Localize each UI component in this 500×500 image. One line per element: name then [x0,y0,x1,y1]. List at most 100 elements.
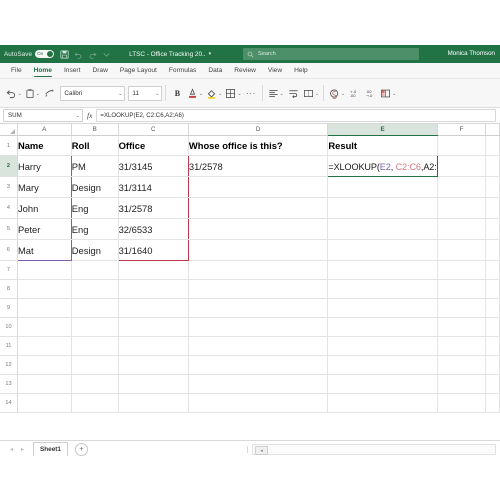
cell-g3[interactable] [485,176,500,198]
cell-g11[interactable] [485,336,500,356]
row-header-8[interactable]: 8 [0,279,18,299]
tab-insert[interactable]: Insert [58,63,87,78]
chevron-down-icon[interactable]: ⌄ [218,91,222,97]
cell-f13[interactable] [437,374,487,394]
cell-b14[interactable] [71,393,119,413]
tab-file[interactable]: File [5,63,28,78]
row-header-5[interactable]: 5 [0,218,18,240]
cell-a3[interactable]: Mary [16,176,72,198]
cell-c14[interactable] [118,393,189,413]
chevron-down-icon[interactable]: ⌄ [155,91,159,97]
row-header-9[interactable]: 9 [0,298,18,318]
cell-d1[interactable]: Whose office is this? [188,135,329,156]
increase-decimal-button[interactable]: +.0.00 [347,84,363,102]
cell-b2[interactable]: PM [71,155,119,177]
chevron-down-icon[interactable]: ▾ [209,51,212,57]
decrease-decimal-button[interactable]: .00 →.0 [363,84,379,102]
cell-a8[interactable] [17,279,72,299]
cell-g7[interactable] [485,260,500,280]
chevron-down-icon[interactable]: ⌄ [118,91,122,97]
column-header-f[interactable]: F [437,124,487,136]
column-header-e[interactable]: E [327,124,438,136]
chevron-down-icon[interactable]: ⌄ [315,91,319,97]
spreadsheet-grid[interactable]: A B C D E F 1 Name Roll Office Whose off… [0,124,500,440]
cell-c7[interactable] [118,260,189,280]
tab-review[interactable]: Review [228,63,262,78]
cell-b3[interactable]: Design [71,176,119,198]
chevron-down-icon[interactable]: ⌄ [392,91,396,97]
cell-f1[interactable] [437,135,487,156]
cell-f4[interactable] [437,197,487,219]
cell-d14[interactable] [188,393,329,413]
conditional-formatting-button[interactable]: ⌄ [379,84,398,102]
cell-e14[interactable] [327,393,438,413]
cell-d8[interactable] [188,279,329,299]
cell-g1[interactable] [485,135,500,156]
cell-c4[interactable]: 31/2578 [117,197,189,219]
more-options-button[interactable]: ··· [243,84,259,102]
cell-e11[interactable] [327,336,438,356]
cell-a11[interactable] [17,336,72,356]
column-header-partial[interactable] [485,124,500,136]
row-header-10[interactable]: 10 [0,317,18,337]
save-icon[interactable] [59,49,70,60]
font-size-select[interactable]: 11 ⌄ [128,85,163,101]
cell-c10[interactable] [118,317,189,337]
row-header-6[interactable]: 6 [0,239,18,261]
user-account-name[interactable]: Monica Thomson [448,50,495,57]
cell-c12[interactable] [118,355,189,375]
cell-g14[interactable] [485,393,500,413]
row-header-13[interactable]: 13 [0,374,18,394]
chevron-down-icon[interactable]: ⌄ [280,91,284,97]
column-header-a[interactable]: A [17,124,72,136]
cell-f2[interactable] [437,155,487,177]
cell-g13[interactable] [485,374,500,394]
cell-f11[interactable] [437,336,487,356]
search-input[interactable]: Search [243,48,419,60]
cell-e12[interactable] [327,355,438,375]
cell-c13[interactable] [118,374,189,394]
autosave-toggle[interactable]: On [35,50,55,58]
chevron-down-icon[interactable]: ⌄ [18,91,22,97]
font-color-button[interactable]: ⌄ [185,84,204,102]
tab-view[interactable]: View [262,63,288,78]
cell-f6[interactable] [437,239,487,261]
tab-draw[interactable]: Draw [86,63,113,78]
name-box[interactable]: SUM ⌄ [3,109,83,122]
cell-d2[interactable]: 31/2578 [188,155,329,177]
cell-b5[interactable]: Eng [71,218,119,240]
document-title[interactable]: LTSC - Office Tracking 20.. [129,51,205,58]
cell-a2[interactable]: Harry [16,155,72,177]
cell-b11[interactable] [71,336,119,356]
tab-page-layout[interactable]: Page Layout [114,63,163,78]
cell-d5[interactable] [188,218,329,240]
row-header-3[interactable]: 3 [0,176,18,198]
cell-c2[interactable]: 31/3145 [117,155,189,177]
cell-b4[interactable]: Eng [71,197,119,219]
add-sheet-button[interactable]: + [74,442,88,456]
cell-d10[interactable] [188,317,329,337]
next-sheet-icon[interactable]: ▸ [17,444,28,455]
cell-f10[interactable] [437,317,487,337]
chevron-down-icon[interactable]: ⌄ [199,91,203,97]
cell-d6[interactable] [188,239,329,261]
wrap-text-button[interactable] [285,84,301,102]
chevron-down-icon[interactable]: ⌄ [341,91,345,97]
fill-color-button[interactable]: ⌄ [205,84,224,102]
cell-g10[interactable] [485,317,500,337]
cell-f8[interactable] [437,279,487,299]
sheet-tab-sheet1[interactable]: Sheet1 [33,442,68,456]
row-header-2[interactable]: 2 [0,155,18,177]
bold-button[interactable]: B [169,84,185,102]
cell-d7[interactable] [188,260,329,280]
cell-g6[interactable] [485,239,500,261]
previous-sheet-icon[interactable]: ◂ [6,444,17,455]
cell-d11[interactable] [188,336,329,356]
cell-f9[interactable] [437,298,487,318]
cell-g8[interactable] [485,279,500,299]
cell-a6[interactable]: Mat [16,239,72,261]
cell-c1[interactable]: Office [118,135,189,156]
merge-cells-button[interactable]: ⌄ [301,84,320,102]
insert-function-icon[interactable]: fx [87,111,92,120]
cell-c9[interactable] [118,298,189,318]
